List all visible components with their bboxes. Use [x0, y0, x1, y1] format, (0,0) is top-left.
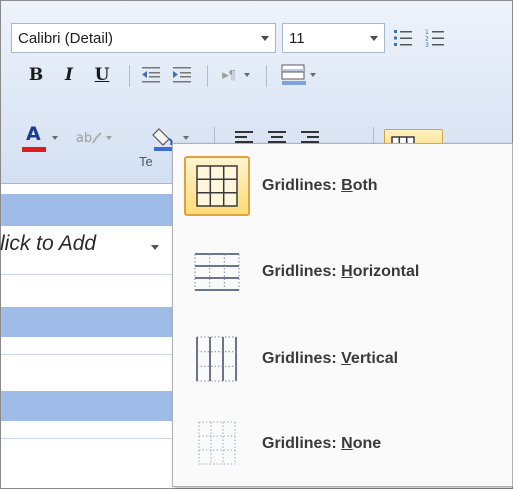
underline-icon: U	[94, 65, 110, 85]
bold-icon: B	[28, 65, 44, 85]
italic-icon: I	[65, 65, 73, 85]
chevron-down-icon[interactable]	[151, 245, 159, 250]
bullet-list-icon	[394, 30, 412, 46]
italic-button[interactable]: I	[56, 61, 82, 89]
menu-item-label: Gridlines: Both	[262, 177, 378, 194]
menu-item-gridlines-vertical[interactable]: Gridlines: Vertical	[180, 323, 506, 395]
menu-item-gridlines-horizontal[interactable]: Gridlines: Horizontal	[180, 236, 506, 308]
menu-item-label: Gridlines: Vertical	[262, 350, 399, 367]
increase-indent-button[interactable]	[168, 61, 196, 89]
font-color-swatch	[22, 147, 46, 152]
numbering-button[interactable]: 1 2 3	[420, 23, 450, 53]
separator	[207, 65, 208, 87]
highlight-button[interactable]: ab	[69, 121, 119, 155]
bold-button[interactable]: B	[23, 61, 49, 89]
increase-indent-icon	[173, 67, 191, 83]
chevron-down-icon	[310, 73, 316, 77]
decrease-indent-icon	[142, 67, 160, 83]
text-direction-button[interactable]: ▸¶	[214, 61, 258, 89]
gridlines-dropdown-menu: Gridlines: Both Gridlines: Horizontal Gr…	[172, 143, 513, 487]
alternate-row-color-button[interactable]	[273, 59, 323, 91]
paragraph-icon: ▸¶	[222, 67, 236, 82]
font-color-icon: A	[22, 123, 46, 153]
underline-button[interactable]: U	[89, 61, 115, 89]
bullets-button[interactable]	[388, 23, 418, 53]
separator	[129, 65, 130, 87]
menu-item-label: Gridlines: Horizontal	[262, 263, 420, 280]
decrease-indent-button[interactable]	[137, 61, 165, 89]
chevron-down-icon[interactable]	[370, 36, 378, 41]
gridlines-horizontal-icon	[184, 242, 250, 302]
font-size-combo[interactable]: 11	[282, 23, 385, 53]
group-label: Te	[139, 154, 153, 169]
menu-item-gridlines-both[interactable]: Gridlines: Both	[180, 150, 506, 222]
font-name-value: Calibri (Detail)	[18, 30, 114, 47]
font-name-combo[interactable]: Calibri (Detail)	[11, 23, 276, 53]
chevron-down-icon	[183, 136, 189, 140]
chevron-down-icon	[243, 73, 250, 77]
alternate-fill-icon	[281, 64, 306, 85]
selected-row-band	[1, 391, 176, 421]
row-divider	[1, 354, 176, 355]
font-color-glyph: A	[26, 123, 41, 145]
chevron-down-icon	[106, 136, 113, 140]
datasheet	[1, 184, 176, 487]
row-divider	[1, 438, 176, 439]
highlighter-pen-icon	[92, 132, 102, 144]
font-size-value: 11	[289, 30, 305, 47]
selected-row-band	[1, 307, 176, 337]
separator	[266, 65, 267, 87]
row-divider	[1, 274, 176, 275]
gridlines-none-icon	[184, 414, 250, 474]
menu-item-gridlines-none[interactable]: Gridlines: None	[180, 408, 506, 480]
header-band	[1, 194, 176, 226]
chevron-down-icon	[52, 136, 58, 140]
numbered-list-icon: 1 2 3	[425, 29, 444, 49]
column-header-click-to-add[interactable]: lick to Add	[0, 232, 96, 256]
chevron-down-icon[interactable]	[261, 36, 269, 41]
highlight-icon: ab	[75, 130, 93, 146]
font-color-button[interactable]: A	[17, 121, 63, 155]
svg-text:3: 3	[425, 42, 429, 49]
gridlines-vertical-icon	[184, 329, 250, 389]
menu-item-label: Gridlines: None	[262, 435, 382, 452]
gridlines-both-icon	[184, 156, 250, 216]
